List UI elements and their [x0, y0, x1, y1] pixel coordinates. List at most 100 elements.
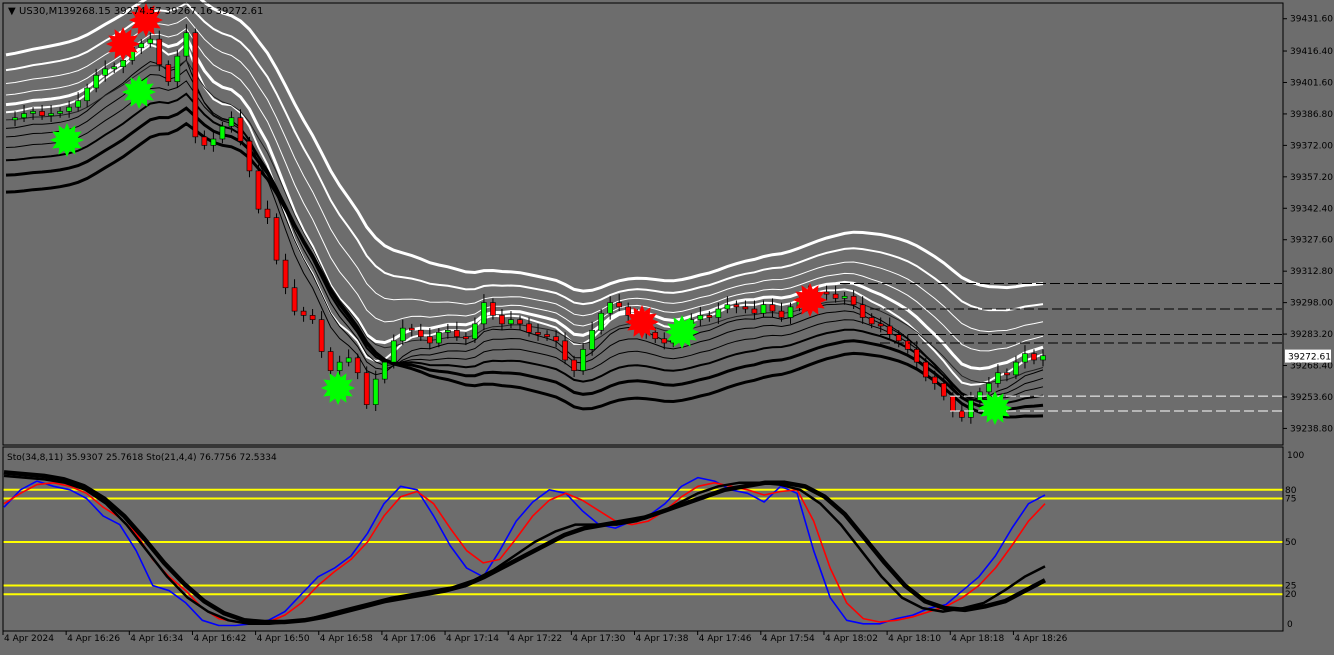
bear-candle — [769, 304, 776, 312]
envelope-lower-line — [5, 80, 1044, 401]
price-tick-label: 39312.80 — [1290, 267, 1333, 277]
svg-text:39272.61: 39272.61 — [1288, 353, 1331, 363]
bear-candle — [454, 329, 460, 337]
bear-candle — [895, 334, 902, 342]
price-tick-label: 39268.40 — [1290, 362, 1333, 372]
bear-candle — [490, 302, 496, 316]
bull-candle — [1013, 361, 1019, 376]
bull-candle — [968, 400, 974, 418]
stoch-fast-main — [3, 476, 1046, 627]
bull-candle — [481, 302, 487, 325]
bear-candle — [1004, 372, 1010, 376]
bear-candle — [282, 259, 289, 289]
bull-candle — [48, 113, 54, 116]
bull-candle — [111, 66, 118, 70]
bull-candle — [390, 340, 397, 363]
price-tick-label: 39372.00 — [1290, 141, 1333, 151]
bear-candle — [237, 117, 244, 142]
bear-candle — [832, 293, 839, 299]
bear-candle — [941, 383, 947, 397]
bull-candle — [336, 361, 343, 371]
price-tick-label: 39342.40 — [1290, 204, 1333, 214]
price-tick-label: 39431.60 — [1290, 15, 1333, 25]
price-tick-label: 39386.80 — [1290, 110, 1333, 120]
bull-candle — [219, 125, 226, 140]
price-tick-label: 39253.60 — [1290, 393, 1333, 403]
bear-candle — [273, 217, 280, 261]
bear-candle — [354, 357, 361, 374]
current-price-tag: 39272.61 — [1285, 349, 1331, 363]
symbol-label: US30,M1 — [19, 6, 64, 17]
bear-candle — [850, 295, 857, 306]
time-tick-label: 4 Apr 17:46 — [699, 634, 752, 644]
time-tick-label: 4 Apr 16:34 — [130, 634, 183, 644]
price-tick-label: 39283.20 — [1290, 330, 1333, 340]
time-tick-label: 4 Apr 17:54 — [762, 634, 815, 644]
bear-candle — [156, 38, 163, 65]
bull-candle — [120, 60, 127, 68]
time-tick-label: 4 Apr 16:50 — [257, 634, 310, 644]
price-tick-label: 39357.20 — [1290, 173, 1333, 183]
bull-candle — [760, 304, 767, 314]
bull-candle — [147, 38, 154, 44]
trading-chart-window[interactable]: 80 75 50 25 20 39431.60 39416.40 39401.60 39386… — [0, 0, 1334, 651]
price-tick-label: 39238.80 — [1290, 424, 1333, 434]
time-tick-label: 4 Apr 2024 — [4, 634, 54, 644]
bear-candle — [165, 64, 172, 82]
bear-candle — [733, 304, 740, 308]
bear-candle — [1031, 353, 1037, 361]
bull-candle — [381, 361, 388, 380]
bull-candle — [21, 113, 27, 119]
ohlc-readout: 39268.15 39274.57 39267.16 39272.61 — [63, 6, 263, 17]
stoch-slow-signal — [3, 470, 1047, 625]
bear-candle — [255, 170, 262, 210]
bull-candle — [841, 295, 848, 299]
level-label-50: 50 — [1285, 538, 1297, 548]
envelope-upper-line — [5, 27, 1044, 352]
bear-candle — [553, 336, 559, 342]
bear-candle — [417, 329, 424, 337]
buy-signal-burst — [321, 371, 355, 405]
bear-candle — [562, 340, 568, 361]
bear-candle — [877, 323, 884, 327]
bear-candle — [616, 302, 622, 308]
bull-candle — [399, 327, 406, 342]
envelope-upper-line — [5, 35, 1044, 371]
price-tick-label: 39401.60 — [1290, 78, 1333, 88]
price-panel[interactable] — [5, 0, 1282, 425]
bull-candle — [183, 32, 190, 57]
stochastic-panel[interactable]: 8075502520 — [3, 470, 1297, 627]
bull-candle — [57, 111, 63, 114]
bull-candle — [12, 117, 18, 121]
bull-candle — [715, 308, 722, 318]
collapse-triangle-icon[interactable]: ▼ — [8, 6, 16, 17]
envelope-lower-line — [5, 106, 1044, 411]
bull-candle — [580, 349, 586, 371]
bear-candle — [661, 338, 668, 344]
bull-candle — [986, 383, 992, 393]
time-tick-label: 4 Apr 17:14 — [446, 634, 499, 644]
bear-candle — [922, 361, 929, 378]
level-label-20: 20 — [1285, 590, 1297, 600]
bull-candle — [66, 106, 72, 112]
bear-candle — [517, 319, 523, 325]
bull-candle — [84, 87, 90, 102]
bear-candle — [959, 410, 965, 418]
bull-candle — [589, 329, 595, 350]
time-tick-label: 4 Apr 17:22 — [509, 634, 562, 644]
bull-candle — [508, 319, 514, 325]
bull-candle — [102, 68, 108, 76]
bull-candle — [472, 323, 478, 340]
bear-candle — [201, 136, 208, 146]
bear-candle — [327, 351, 334, 371]
bull-candle — [1022, 353, 1028, 363]
bear-candle — [868, 317, 875, 325]
bull-candle — [1040, 355, 1046, 361]
bear-candle — [706, 315, 713, 318]
bull-candle — [30, 111, 36, 114]
bull-candle — [436, 332, 442, 344]
chart-canvas[interactable]: 8075502520 39431.6039416.4039401.6039386… — [0, 0, 1334, 651]
bull-candle — [787, 306, 794, 318]
bear-candle — [246, 140, 253, 172]
bear-candle — [535, 332, 541, 335]
